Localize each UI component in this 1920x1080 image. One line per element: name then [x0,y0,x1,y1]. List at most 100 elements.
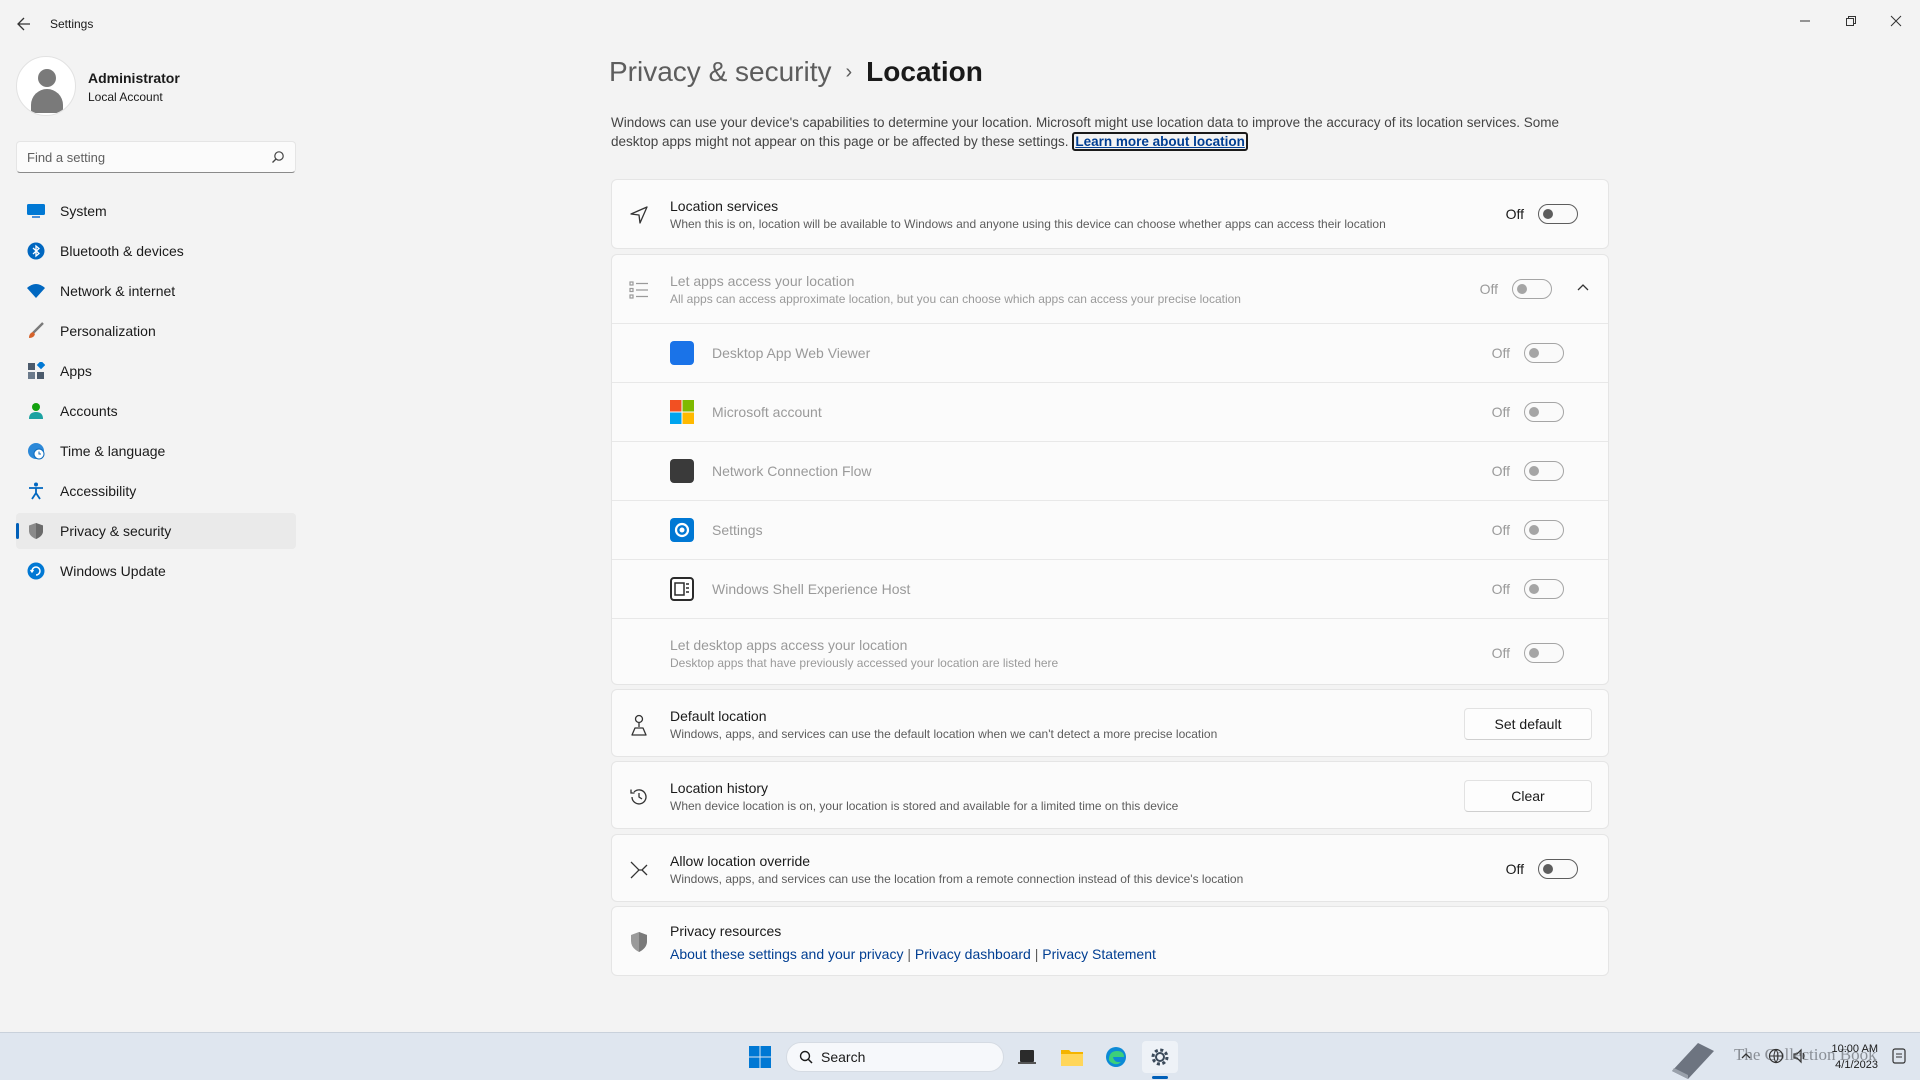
chevron-up-icon[interactable] [1576,281,1590,300]
sidebar-item-time-language[interactable]: Time & language [16,433,296,469]
desktop-apps-toggle[interactable] [1524,643,1564,663]
set-default-button[interactable]: Set default [1464,708,1592,740]
location-history-title: Location history [670,780,769,796]
sidebar-item-label: System [60,203,107,219]
book-icon [1668,1037,1718,1080]
active-app-indicator [1152,1076,1168,1079]
chevron-up-icon[interactable] [1740,1049,1752,1067]
app-toggle[interactable] [1524,579,1564,599]
app-name: Network Connection Flow [712,463,872,479]
shield-icon [628,931,650,953]
app-row-windows-shell-experience-host: Windows Shell Experience Host Off [612,559,1608,618]
sidebar-item-personalization[interactable]: Personalization [16,313,296,349]
sidebar-item-accessibility[interactable]: Accessibility [16,473,296,509]
privacy-dashboard-link[interactable]: Privacy dashboard [915,946,1031,962]
apps-access-toggle[interactable] [1512,279,1552,299]
location-override-description: Windows, apps, and services can use the … [670,872,1244,886]
close-button[interactable] [1874,6,1918,36]
toggle-state-label: Off [1491,404,1510,420]
app-name: Windows Shell Experience Host [712,581,911,597]
sidebar-nav: System Bluetooth & devices Network & int… [16,193,296,593]
settings-taskbar-icon[interactable] [1142,1041,1178,1073]
toggle-state-label: Off [1505,206,1524,222]
volume-icon[interactable] [1792,1048,1808,1069]
window-title: Settings [50,17,94,31]
app-row-settings: Settings Off [612,500,1608,559]
about-privacy-link[interactable]: About these settings and your privacy [670,946,903,962]
restore-button[interactable] [1829,6,1873,36]
network-globe-icon[interactable] [1768,1048,1784,1069]
windows-shell-icon [670,577,694,601]
accounts-icon [26,401,46,421]
app-toggle-group: Off [1492,402,1564,422]
sidebar-item-label: Windows Update [60,563,166,579]
app-toggle-group: Off [1492,579,1564,599]
intro-text: Windows can use your device's capabiliti… [611,113,1606,151]
desktop-app-web-viewer-icon [670,341,694,365]
learn-more-link[interactable]: Learn more about location [1072,132,1248,151]
app-name: Desktop App Web Viewer [712,345,871,361]
back-arrow-icon[interactable] [12,12,36,36]
start-windows-icon[interactable] [742,1041,778,1073]
default-location-card: Default location Windows, apps, and serv… [611,689,1609,757]
taskbar-search[interactable]: Search [786,1042,1004,1072]
sidebar-item-label: Apps [60,363,92,379]
location-history-description: When device location is on, your locatio… [670,799,1179,813]
settings-search [16,141,296,173]
sidebar-item-label: Network & internet [60,283,176,299]
sidebar-item-bluetooth[interactable]: Bluetooth & devices [16,233,296,269]
desktop-apps-description: Desktop apps that have previously access… [670,656,1059,670]
link-separator: | [907,946,911,962]
sidebar-item-system[interactable]: System [16,193,296,229]
system-clock[interactable]: 10:00 AM 4/1/2023 [1832,1041,1878,1073]
sidebar-item-network[interactable]: Network & internet [16,273,296,309]
apps-icon [26,361,46,381]
microsoft-logo-icon [670,400,694,424]
app-toggle-group: Off [1492,520,1564,540]
app-row-desktop-app-web-viewer: Desktop App Web Viewer Off [612,323,1608,382]
location-override-toggle[interactable] [1538,859,1578,879]
avatar [16,56,76,116]
search-input[interactable] [17,142,257,172]
app-toggle[interactable] [1524,402,1564,422]
app-toggle[interactable] [1524,343,1564,363]
notification-icon[interactable] [1892,1048,1906,1069]
sidebar-item-accounts[interactable]: Accounts [16,393,296,429]
app-toggle-group: Off [1492,343,1564,363]
profile-account-type: Local Account [88,90,163,104]
app-toggle[interactable] [1524,461,1564,481]
location-services-toggle[interactable] [1538,204,1578,224]
privacy-statement-link[interactable]: Privacy Statement [1042,946,1156,962]
settings-gear-icon [670,518,694,542]
location-services-toggle-group: Off [1506,204,1578,224]
toggle-state-label: Off [1491,522,1510,538]
app-row-network-connection-flow: Network Connection Flow Off [612,441,1608,500]
breadcrumb-parent[interactable]: Privacy & security [609,56,832,88]
sidebar-item-apps[interactable]: Apps [16,353,296,389]
search-icon[interactable] [271,150,285,164]
location-services-description: When this is on, location will be availa… [670,217,1386,231]
desktop-apps-access-row: Let desktop apps access your location De… [612,618,1608,686]
app-toggle-group: Off [1492,461,1564,481]
task-view-icon[interactable] [1009,1041,1045,1073]
toggle-state-label: Off [1491,581,1510,597]
sidebar-item-windows-update[interactable]: Windows Update [16,553,296,589]
file-explorer-icon[interactable] [1054,1041,1090,1073]
navigation-arrow-icon [628,204,650,226]
toggle-state-label: Off [1491,463,1510,479]
clear-history-button[interactable]: Clear [1464,780,1592,812]
edge-browser-icon[interactable] [1098,1041,1134,1073]
apps-access-description: All apps can access approximate location… [670,292,1241,306]
profile-name: Administrator [88,70,180,86]
history-icon [628,786,650,808]
globe-clock-icon [26,441,46,461]
sidebar-item-privacy-security[interactable]: Privacy & security [16,513,296,549]
location-override-toggle-group: Off [1506,859,1578,879]
breadcrumb: Privacy & security › Location [609,56,983,88]
user-profile[interactable]: Administrator Local Account [16,56,296,116]
app-toggle[interactable] [1524,520,1564,540]
bluetooth-icon [26,241,46,261]
accessibility-icon [26,481,46,501]
sidebar-item-label: Accounts [60,403,118,419]
minimize-button[interactable] [1783,6,1827,36]
